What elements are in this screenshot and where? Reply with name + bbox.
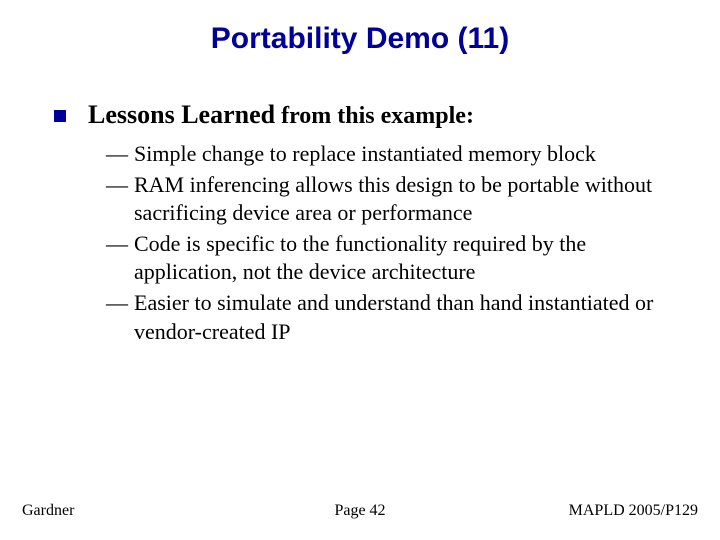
footer-right: MAPLD 2005/P129 bbox=[569, 502, 698, 520]
slide-title: Portability Demo (11) bbox=[0, 22, 720, 56]
list-item-text: Easier to simulate and understand than h… bbox=[134, 289, 680, 346]
list-item: — RAM inferencing allows this design to … bbox=[106, 171, 680, 228]
dash-icon: — bbox=[106, 230, 134, 259]
list-item-text: RAM inferencing allows this design to be… bbox=[134, 171, 680, 228]
slide: Portability Demo (11) Lessons Learned fr… bbox=[0, 0, 720, 540]
dash-icon: — bbox=[106, 140, 134, 169]
list-item-text: Code is specific to the functionality re… bbox=[134, 230, 680, 287]
heading-bold: Lessons Learned bbox=[88, 100, 275, 129]
sub-bullet-list: — Simple change to replace instantiated … bbox=[106, 140, 680, 346]
dash-icon: — bbox=[106, 171, 134, 200]
list-item: — Code is specific to the functionality … bbox=[106, 230, 680, 287]
slide-body: Lessons Learned from this example: — Sim… bbox=[54, 100, 680, 348]
square-bullet-icon bbox=[54, 110, 66, 122]
list-item: — Easier to simulate and understand than… bbox=[106, 289, 680, 346]
list-item: — Simple change to replace instantiated … bbox=[106, 140, 680, 169]
heading-text: Lessons Learned from this example: bbox=[88, 100, 474, 130]
bullet-level1: Lessons Learned from this example: bbox=[54, 100, 680, 130]
list-item-text: Simple change to replace instantiated me… bbox=[134, 140, 680, 169]
dash-icon: — bbox=[106, 289, 134, 318]
heading-tail: from this example: bbox=[275, 103, 474, 129]
